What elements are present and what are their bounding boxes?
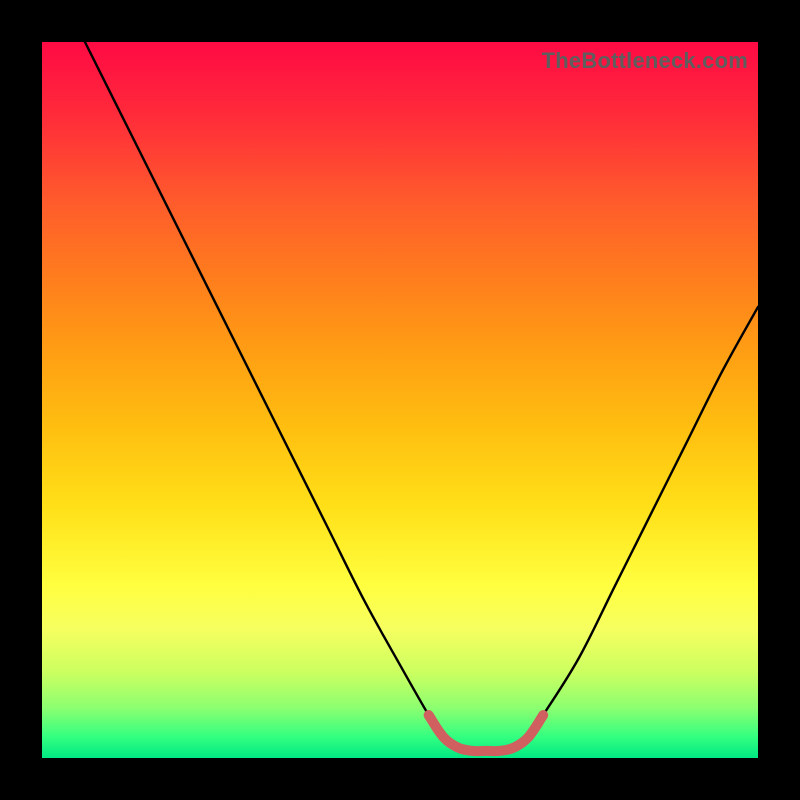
- curve-svg: [42, 42, 758, 758]
- bottom-highlight-path: [429, 715, 544, 751]
- plot-area: TheBottleneck.com: [42, 42, 758, 758]
- bottleneck-curve-path: [85, 42, 758, 751]
- chart-frame: TheBottleneck.com: [0, 0, 800, 800]
